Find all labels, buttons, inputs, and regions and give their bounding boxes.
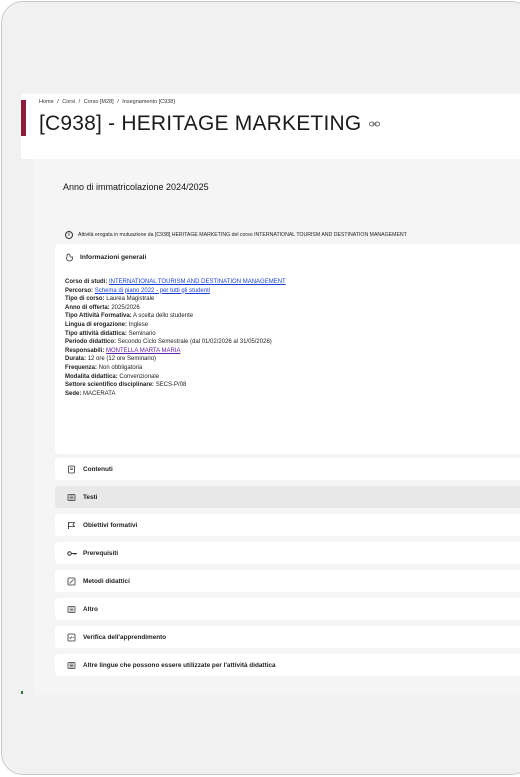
field-value: Non obbligatoria bbox=[98, 364, 143, 371]
section-label: Altre lingue che possono essere utilizza… bbox=[83, 661, 276, 669]
field-label: Responsabili: bbox=[65, 347, 105, 354]
section-label: Obiettivi formativi bbox=[83, 521, 138, 529]
field-value: Inglese bbox=[128, 321, 149, 328]
general-info-fields: Corso di studi: INTERNATIONAL TOURISM AN… bbox=[65, 278, 286, 398]
edit-note-icon bbox=[67, 577, 76, 586]
page-header: Home / Corsi / Corso [M28] / Insegnament… bbox=[21, 94, 520, 159]
field-tipo-attivita-didattica: Tipo attività didattica: Seminario bbox=[65, 330, 286, 339]
field-value: 2025/2026 bbox=[111, 304, 140, 311]
breadcrumb-corso[interactable]: Corso [M28] bbox=[84, 99, 114, 105]
field-percorso: Percorso: Schema di piano 2022 - per tut… bbox=[65, 287, 286, 296]
section-verifica-apprendimento[interactable]: Verifica dell'apprendimento bbox=[55, 626, 520, 648]
key-icon bbox=[67, 549, 77, 558]
general-info-card: Informazioni generali Corso di studi: IN… bbox=[55, 244, 520, 454]
breadcrumb-separator: / bbox=[117, 99, 119, 105]
section-contenuti[interactable]: Contenuti bbox=[55, 458, 520, 480]
field-label: Sede: bbox=[65, 390, 82, 397]
page-title-text: [C938] - HERITAGE MARKETING bbox=[39, 112, 362, 135]
section-altro[interactable]: Altro bbox=[55, 598, 520, 620]
top-bar bbox=[2, 2, 520, 94]
status-indicator bbox=[21, 691, 23, 694]
field-sede: Sede: MACERATA bbox=[65, 390, 286, 399]
section-label: Testi bbox=[83, 493, 98, 501]
book-icon bbox=[67, 661, 76, 670]
field-label: Lingua di erogazione: bbox=[65, 321, 128, 328]
field-value: Laurea Magistrale bbox=[106, 296, 155, 303]
bottom-area bbox=[2, 695, 520, 774]
field-tipo-corso: Tipo di corso: Laurea Magistrale bbox=[65, 295, 286, 304]
field-label: Corso di studi: bbox=[65, 279, 108, 285]
section-altre-lingue[interactable]: Altre lingue che possono essere utilizza… bbox=[55, 654, 520, 676]
flag-icon bbox=[67, 521, 76, 530]
breadcrumb-separator: / bbox=[78, 99, 81, 105]
field-label: Durata: bbox=[65, 356, 87, 363]
section-label: Prerequisiti bbox=[83, 549, 119, 557]
field-label: Settore scientifico disciplinare: bbox=[65, 382, 155, 389]
enrollment-year: Anno di immatricolazione 2024/2025 bbox=[63, 182, 209, 192]
breadcrumb-insegnamento: Insegnamento [C938] bbox=[122, 99, 175, 105]
main-content: Anno di immatricolazione 2024/2025 i Att… bbox=[33, 159, 520, 695]
field-tipo-attivita-formativa: Tipo Attività Formativa: A scelta dello … bbox=[65, 312, 286, 321]
field-label: Tipo attività didattica: bbox=[65, 330, 127, 337]
info-icon: i bbox=[65, 231, 73, 239]
document-icon bbox=[67, 465, 76, 474]
general-info-title: Informazioni generali bbox=[80, 254, 147, 261]
field-lingua: Lingua di erogazione: Inglese bbox=[65, 321, 286, 330]
general-info-header: Informazioni generali bbox=[65, 253, 146, 262]
responsabile-link[interactable]: MONTELLA MARTA MARIA bbox=[106, 348, 180, 354]
field-value: SECS-P/08 bbox=[155, 382, 187, 389]
section-obiettivi-formativi[interactable]: Obiettivi formativi bbox=[55, 514, 520, 536]
field-modalita-didattica: Modalita didattica: Convenzionale bbox=[65, 373, 286, 382]
field-durata: Durata: 12 ore (12 ore Seminario) bbox=[65, 355, 286, 364]
field-value: Convenzionale bbox=[119, 373, 160, 380]
breadcrumb-separator: / bbox=[57, 99, 59, 105]
mutuazione-notice: i Attività erogata in mutuazione da [C93… bbox=[65, 231, 407, 239]
field-label: Anno di offerta: bbox=[65, 304, 110, 311]
corso-di-studi-link[interactable]: INTERNATIONAL TOURISM AND DESTINATION MA… bbox=[109, 279, 286, 285]
section-label: Metodi didattici bbox=[83, 577, 130, 585]
breadcrumb-corsi[interactable]: Corsi bbox=[62, 99, 75, 105]
breadcrumb: Home / Corsi / Corso [M28] / Insegnament… bbox=[39, 99, 177, 105]
link-icon[interactable] bbox=[369, 118, 381, 130]
field-settore: Settore scientifico disciplinare: SECS-P… bbox=[65, 381, 286, 390]
notice-text: Attività erogata in mutuazione da [C938]… bbox=[78, 232, 407, 238]
field-value: MACERATA bbox=[83, 390, 116, 397]
field-label: Percorso: bbox=[65, 287, 94, 294]
field-value: A scelta dello studente bbox=[133, 313, 194, 320]
browser-frame: Home / Corsi / Corso [M28] / Insegnament… bbox=[1, 1, 520, 775]
page-title: [C938] - HERITAGE MARKETING bbox=[39, 112, 381, 136]
field-label: Modalita didattica: bbox=[65, 373, 118, 380]
section-label: Altro bbox=[83, 605, 98, 613]
field-value: Secondo Ciclo Semestrale (dal 01/02/2026… bbox=[117, 339, 272, 346]
field-periodo-didattico: Periodo didattico: Secondo Ciclo Semestr… bbox=[65, 338, 286, 347]
field-anno-offerta: Anno di offerta: 2025/2026 bbox=[65, 304, 286, 313]
checklist-icon bbox=[67, 633, 76, 642]
section-label: Verifica dell'apprendimento bbox=[83, 633, 167, 641]
section-prerequisiti[interactable]: Prerequisiti bbox=[55, 542, 520, 564]
breadcrumb-home[interactable]: Home bbox=[39, 99, 54, 105]
field-corso-di-studi: Corso di studi: INTERNATIONAL TOURISM AN… bbox=[65, 278, 286, 287]
field-label: Frequenza: bbox=[65, 364, 98, 371]
section-metodi-didattici[interactable]: Metodi didattici bbox=[55, 570, 520, 592]
section-label: Contenuti bbox=[83, 465, 113, 473]
info-hand-icon bbox=[65, 253, 74, 262]
book-icon bbox=[67, 493, 76, 502]
header-accent-bar bbox=[21, 100, 26, 136]
field-frequenza: Frequenza: Non obbligatoria bbox=[65, 364, 286, 373]
field-label: Tipo di corso: bbox=[65, 296, 105, 303]
percorso-link[interactable]: Schema di piano 2022 - per tutti gli stu… bbox=[95, 288, 210, 294]
field-value: Seminario bbox=[128, 330, 156, 337]
field-label: Periodo didattico: bbox=[65, 339, 116, 346]
field-value: 12 ore (12 ore Seminario) bbox=[87, 356, 157, 363]
book-icon bbox=[67, 605, 76, 614]
section-testi[interactable]: Testi bbox=[55, 486, 520, 508]
field-responsabili: Responsabili: MONTELLA MARTA MARIA bbox=[65, 347, 286, 356]
field-label: Tipo Attività Formativa: bbox=[65, 313, 132, 320]
